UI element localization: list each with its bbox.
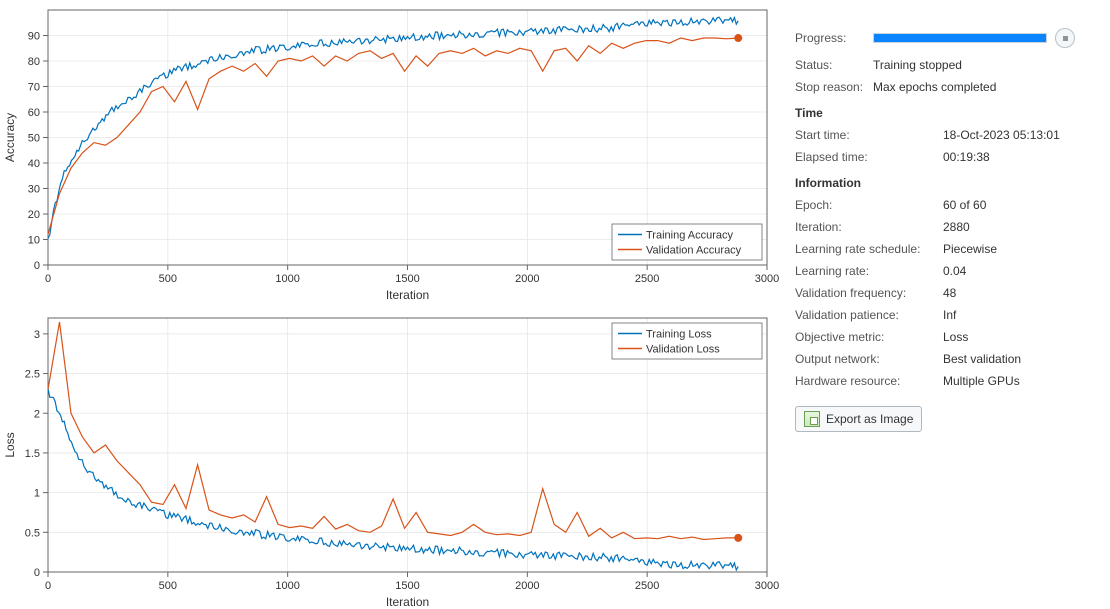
- svg-text:Validation Loss: Validation Loss: [646, 344, 720, 356]
- svg-text:Accuracy: Accuracy: [3, 113, 17, 162]
- svg-text:1500: 1500: [395, 580, 419, 592]
- svg-text:30: 30: [28, 184, 40, 196]
- svg-text:1000: 1000: [275, 580, 299, 592]
- svg-text:2000: 2000: [515, 580, 539, 592]
- info-sidebar: Progress: Status: Training stopped Stop …: [785, 0, 1100, 609]
- elapsed-value: 00:19:38: [943, 150, 990, 164]
- start-time-value: 18-Oct-2023 05:13:01: [943, 128, 1060, 142]
- accuracy-chart: 0 500 1000 1500 2000 2500 3000 0 10 20 30 40 50 60 70 8…: [0, 0, 785, 308]
- vpat-label: Validation patience:: [795, 308, 943, 322]
- hw-label: Hardware resource:: [795, 374, 943, 388]
- svg-text:3000: 3000: [755, 580, 779, 592]
- svg-text:0: 0: [45, 273, 51, 285]
- iteration-label: Iteration:: [795, 220, 943, 234]
- svg-text:60: 60: [28, 107, 40, 119]
- epoch-value: 60 of 60: [943, 198, 986, 212]
- svg-text:Training Loss: Training Loss: [646, 329, 712, 341]
- svg-text:80: 80: [28, 56, 40, 68]
- stop-reason-value: Max epochs completed: [873, 80, 996, 94]
- svg-text:50: 50: [28, 133, 40, 145]
- loss-chart: 0 500 1000 1500 2000 2500 3000 0 0.5 1 1.5 2 2.5 3 Ite…: [0, 308, 785, 609]
- stop-icon: [1063, 36, 1068, 41]
- svg-text:Validation Accuracy: Validation Accuracy: [646, 245, 742, 257]
- svg-text:2.5: 2.5: [25, 369, 40, 381]
- epoch-label: Epoch:: [795, 198, 943, 212]
- svg-text:0.5: 0.5: [25, 527, 40, 539]
- svg-text:500: 500: [159, 273, 177, 285]
- image-export-icon: [804, 411, 820, 427]
- svg-text:1: 1: [34, 488, 40, 500]
- svg-text:1500: 1500: [395, 273, 419, 285]
- vpat-value: Inf: [943, 308, 956, 322]
- svg-text:0: 0: [34, 567, 40, 579]
- svg-text:2000: 2000: [515, 273, 539, 285]
- iteration-value: 2880: [943, 220, 970, 234]
- vfreq-value: 48: [943, 286, 956, 300]
- svg-text:Training Accuracy: Training Accuracy: [646, 230, 734, 242]
- lr-value: 0.04: [943, 264, 966, 278]
- svg-text:90: 90: [28, 31, 40, 43]
- svg-text:0: 0: [34, 260, 40, 272]
- time-header: Time: [795, 106, 1090, 120]
- lr-sched-value: Piecewise: [943, 242, 997, 256]
- svg-text:Loss: Loss: [3, 432, 17, 457]
- lr-label: Learning rate:: [795, 264, 943, 278]
- lr-sched-label: Learning rate schedule:: [795, 242, 943, 256]
- svg-text:10: 10: [28, 235, 40, 247]
- export-label: Export as Image: [826, 412, 913, 426]
- obj-label: Objective metric:: [795, 330, 943, 344]
- svg-text:20: 20: [28, 209, 40, 221]
- svg-text:70: 70: [28, 82, 40, 94]
- svg-text:3: 3: [34, 329, 40, 341]
- svg-text:0: 0: [45, 580, 51, 592]
- stop-button[interactable]: [1055, 28, 1075, 48]
- hw-value: Multiple GPUs: [943, 374, 1020, 388]
- progress-bar: [873, 33, 1047, 43]
- svg-text:1000: 1000: [275, 273, 299, 285]
- svg-text:1.5: 1.5: [25, 448, 40, 460]
- svg-text:40: 40: [28, 158, 40, 170]
- status-label: Status:: [795, 58, 873, 72]
- status-value: Training stopped: [873, 58, 962, 72]
- svg-text:Iteration: Iteration: [386, 595, 429, 609]
- svg-text:3000: 3000: [755, 273, 779, 285]
- info-header: Information: [795, 176, 1090, 190]
- outnet-value: Best validation: [943, 352, 1021, 366]
- export-as-image-button[interactable]: Export as Image: [795, 406, 922, 432]
- svg-text:2: 2: [34, 408, 40, 420]
- progress-label: Progress:: [795, 31, 873, 45]
- charts-panel: 0500100015002000250030000102030405060708…: [0, 0, 785, 609]
- elapsed-label: Elapsed time:: [795, 150, 943, 164]
- obj-value: Loss: [943, 330, 968, 344]
- svg-text:2500: 2500: [635, 273, 659, 285]
- svg-text:2500: 2500: [635, 580, 659, 592]
- stop-reason-label: Stop reason:: [795, 80, 873, 94]
- outnet-label: Output network:: [795, 352, 943, 366]
- progress-bar-fill: [874, 34, 1046, 42]
- svg-text:Iteration: Iteration: [386, 288, 429, 302]
- start-time-label: Start time:: [795, 128, 943, 142]
- vfreq-label: Validation frequency:: [795, 286, 943, 300]
- svg-text:500: 500: [159, 580, 177, 592]
